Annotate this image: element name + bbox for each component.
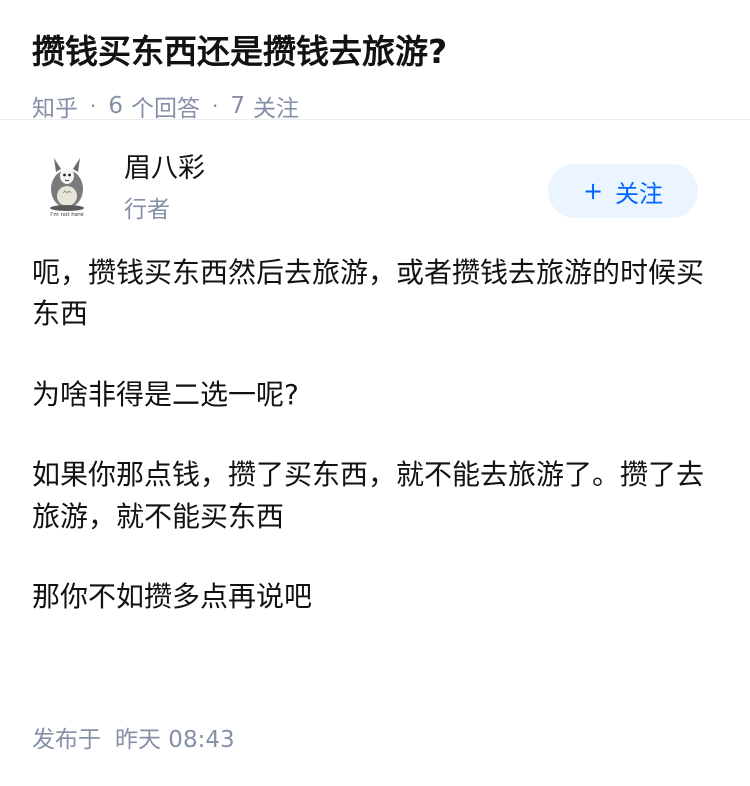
question-meta: 知乎 · 6 个回答 · 7 关注	[32, 89, 718, 123]
follow-button-label: 关注	[615, 179, 664, 208]
follower-count-label[interactable]: 关注	[253, 89, 299, 123]
post-time-value: 昨天 08:43	[115, 727, 235, 753]
question-title[interactable]: 攒钱买东西还是攒钱去旅游?	[32, 30, 718, 75]
totoro-avatar-icon[interactable]: I'm not here	[32, 152, 102, 222]
author-info: 眉八彩 行者	[124, 150, 205, 224]
answer-paragraph: 如果你那点钱，攒了买东西，就不能去旅游了。攒了去旅游，就不能买东西	[32, 458, 705, 533]
author-headline: 行者	[124, 196, 170, 223]
plus-icon: +	[582, 177, 604, 205]
answer-body[interactable]: 呃，攒钱买东西然后去旅游，或者攒钱去旅游的时候买东西 为啥非得是二选一呢? 如果…	[32, 252, 718, 618]
follower-count: 7	[230, 92, 245, 119]
post-time[interactable]: 发布于 昨天 08:43	[32, 720, 235, 754]
question-header: 攒钱买东西还是攒钱去旅游? 知乎 · 6 个回答 · 7 关注	[0, 0, 750, 123]
answer-card: I'm not here 眉八彩 行者 + 关注 呃，攒钱买东西然后去旅游，或者…	[0, 120, 750, 618]
author-name[interactable]: 眉八彩	[124, 152, 205, 186]
answer-count: 6	[108, 92, 123, 119]
meta-separator: ·	[90, 93, 97, 118]
answer-paragraph: 为啥非得是二选一呢?	[32, 377, 299, 411]
post-time-label: 发布于	[32, 727, 101, 753]
follow-button[interactable]: + 关注	[548, 164, 698, 218]
meta-separator: ·	[212, 93, 219, 118]
avatar-caption: I'm not here	[50, 212, 84, 218]
answer-count-label[interactable]: 个回答	[131, 89, 200, 123]
answer-paragraph: 呃，攒钱买东西然后去旅游，或者攒钱去旅游的时候买东西	[32, 256, 705, 331]
source-label[interactable]: 知乎	[32, 89, 78, 123]
author-row: I'm not here 眉八彩 行者 + 关注	[32, 150, 718, 230]
answer-paragraph: 那你不如攒多点再说吧	[32, 580, 313, 614]
